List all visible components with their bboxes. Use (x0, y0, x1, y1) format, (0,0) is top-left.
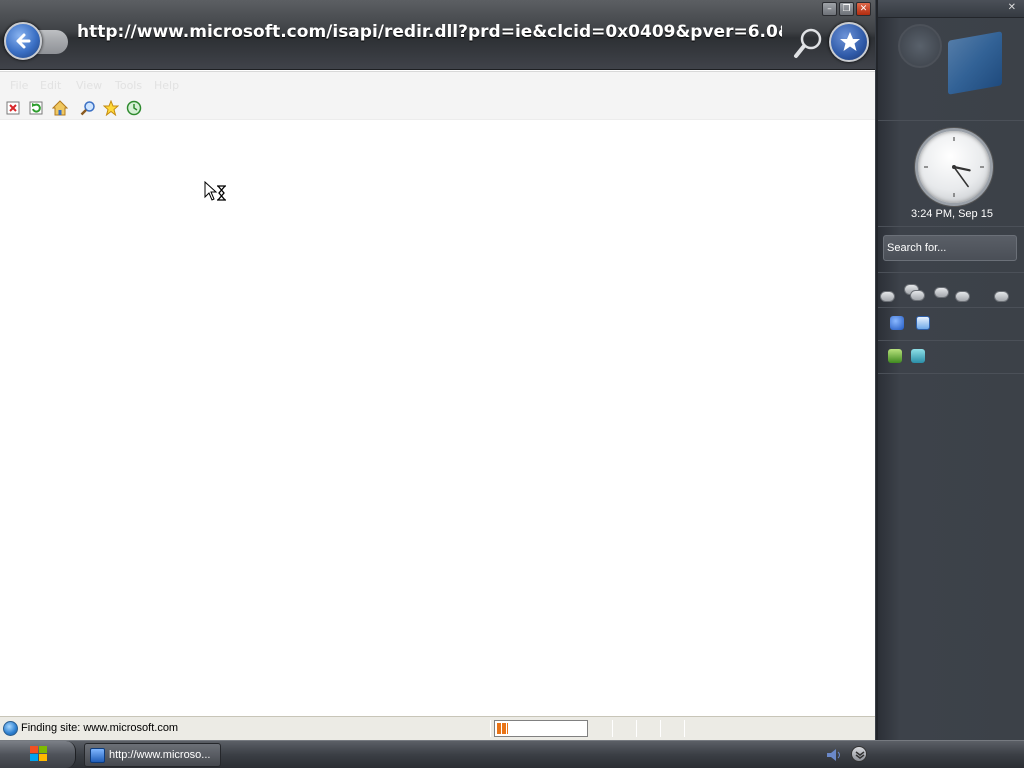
taskbar-item-label: http://www.microso... (109, 749, 211, 761)
sidebar-divider (878, 272, 1024, 273)
progress-bar (494, 720, 588, 737)
menu-tools[interactable]: Tools (115, 79, 142, 92)
sidebar-divider (878, 373, 1024, 374)
history-icon[interactable] (126, 100, 142, 116)
status-bar: Finding site: www.microsoft.com (0, 716, 875, 740)
clock-gadget[interactable] (915, 128, 993, 206)
magnifier-icon (794, 28, 822, 58)
toolbar (0, 96, 875, 120)
menu-file[interactable]: File (10, 79, 28, 92)
search-button[interactable] (793, 26, 823, 60)
favorites-icon[interactable] (103, 100, 119, 116)
status-divider (636, 720, 637, 737)
tray-expand-button[interactable] (851, 746, 867, 762)
contact-chat-icon[interactable] (955, 291, 970, 302)
start-button[interactable] (0, 741, 76, 768)
status-text: Finding site: www.microsoft.com (21, 722, 179, 734)
chevron-down-icon (855, 751, 865, 759)
home-icon[interactable] (52, 100, 68, 116)
sidebar-search (883, 235, 1017, 261)
network-icon[interactable] (888, 349, 902, 363)
sidebar: ✕ 3:24 PM, Sep 15 (876, 0, 1024, 740)
back-arrow-icon (16, 33, 31, 49)
messenger-icon[interactable] (890, 316, 904, 330)
ie-icon (90, 748, 105, 763)
taskbar-item-browser[interactable]: http://www.microso... (84, 743, 221, 767)
status-divider (684, 720, 685, 737)
contact-chat-icon[interactable] (910, 290, 925, 301)
sidebar-divider (878, 226, 1024, 227)
menu-help[interactable]: Help (154, 79, 179, 92)
taskbar: http://www.microso... (0, 740, 1024, 768)
sidebar-close-icon[interactable]: ✕ (1008, 2, 1016, 13)
menu-edit[interactable]: Edit (40, 79, 61, 92)
busy-cursor-icon (204, 181, 226, 201)
clock-face-icon (924, 137, 984, 197)
contacts-row (878, 282, 1024, 306)
favorites-button[interactable] (829, 22, 869, 62)
window-controls: – ❐ ✕ (822, 2, 871, 16)
volume-icon[interactable] (826, 748, 844, 762)
quick-launch-row (878, 308, 1024, 338)
back-button[interactable] (4, 22, 42, 60)
browser-window: http://www.microsoft.com/isapi/redir.dll… (0, 0, 875, 740)
slideshow-tile-icon[interactable] (898, 24, 942, 68)
minimize-button[interactable]: – (822, 2, 837, 16)
mail-icon[interactable] (911, 349, 925, 363)
refresh-icon[interactable] (28, 100, 44, 116)
stop-icon[interactable] (5, 100, 21, 116)
windows-logo-icon (30, 746, 47, 761)
star-icon (840, 32, 860, 51)
page-content[interactable] (0, 121, 875, 715)
media-icon[interactable] (916, 316, 930, 330)
status-divider (660, 720, 661, 737)
close-button[interactable]: ✕ (856, 2, 871, 16)
browser-title-bar: http://www.microsoft.com/isapi/redir.dll… (0, 0, 875, 70)
restore-button[interactable]: ❐ (839, 2, 854, 16)
sidebar-search-input[interactable] (887, 239, 1013, 257)
address-bar[interactable]: http://www.microsoft.com/isapi/redir.dll… (77, 22, 782, 46)
clock-label: 3:24 PM, Sep 15 (911, 208, 993, 220)
sidebar-header: ✕ (878, 0, 1024, 18)
contact-chat-icon[interactable] (934, 287, 949, 298)
status-divider (490, 720, 491, 737)
menu-bar: File Edit View Tools Help (0, 71, 875, 99)
globe-icon (3, 721, 18, 736)
contact-chat-icon[interactable] (994, 291, 1009, 302)
status-divider (612, 720, 613, 737)
photo-tile-icon[interactable] (948, 31, 1002, 95)
contact-chat-icon[interactable] (880, 291, 895, 302)
progress-fill (497, 723, 508, 734)
quick-launch-row (878, 341, 1024, 371)
menu-view[interactable]: View (76, 79, 102, 92)
search-icon[interactable] (80, 100, 96, 116)
sidebar-divider (878, 120, 1024, 121)
